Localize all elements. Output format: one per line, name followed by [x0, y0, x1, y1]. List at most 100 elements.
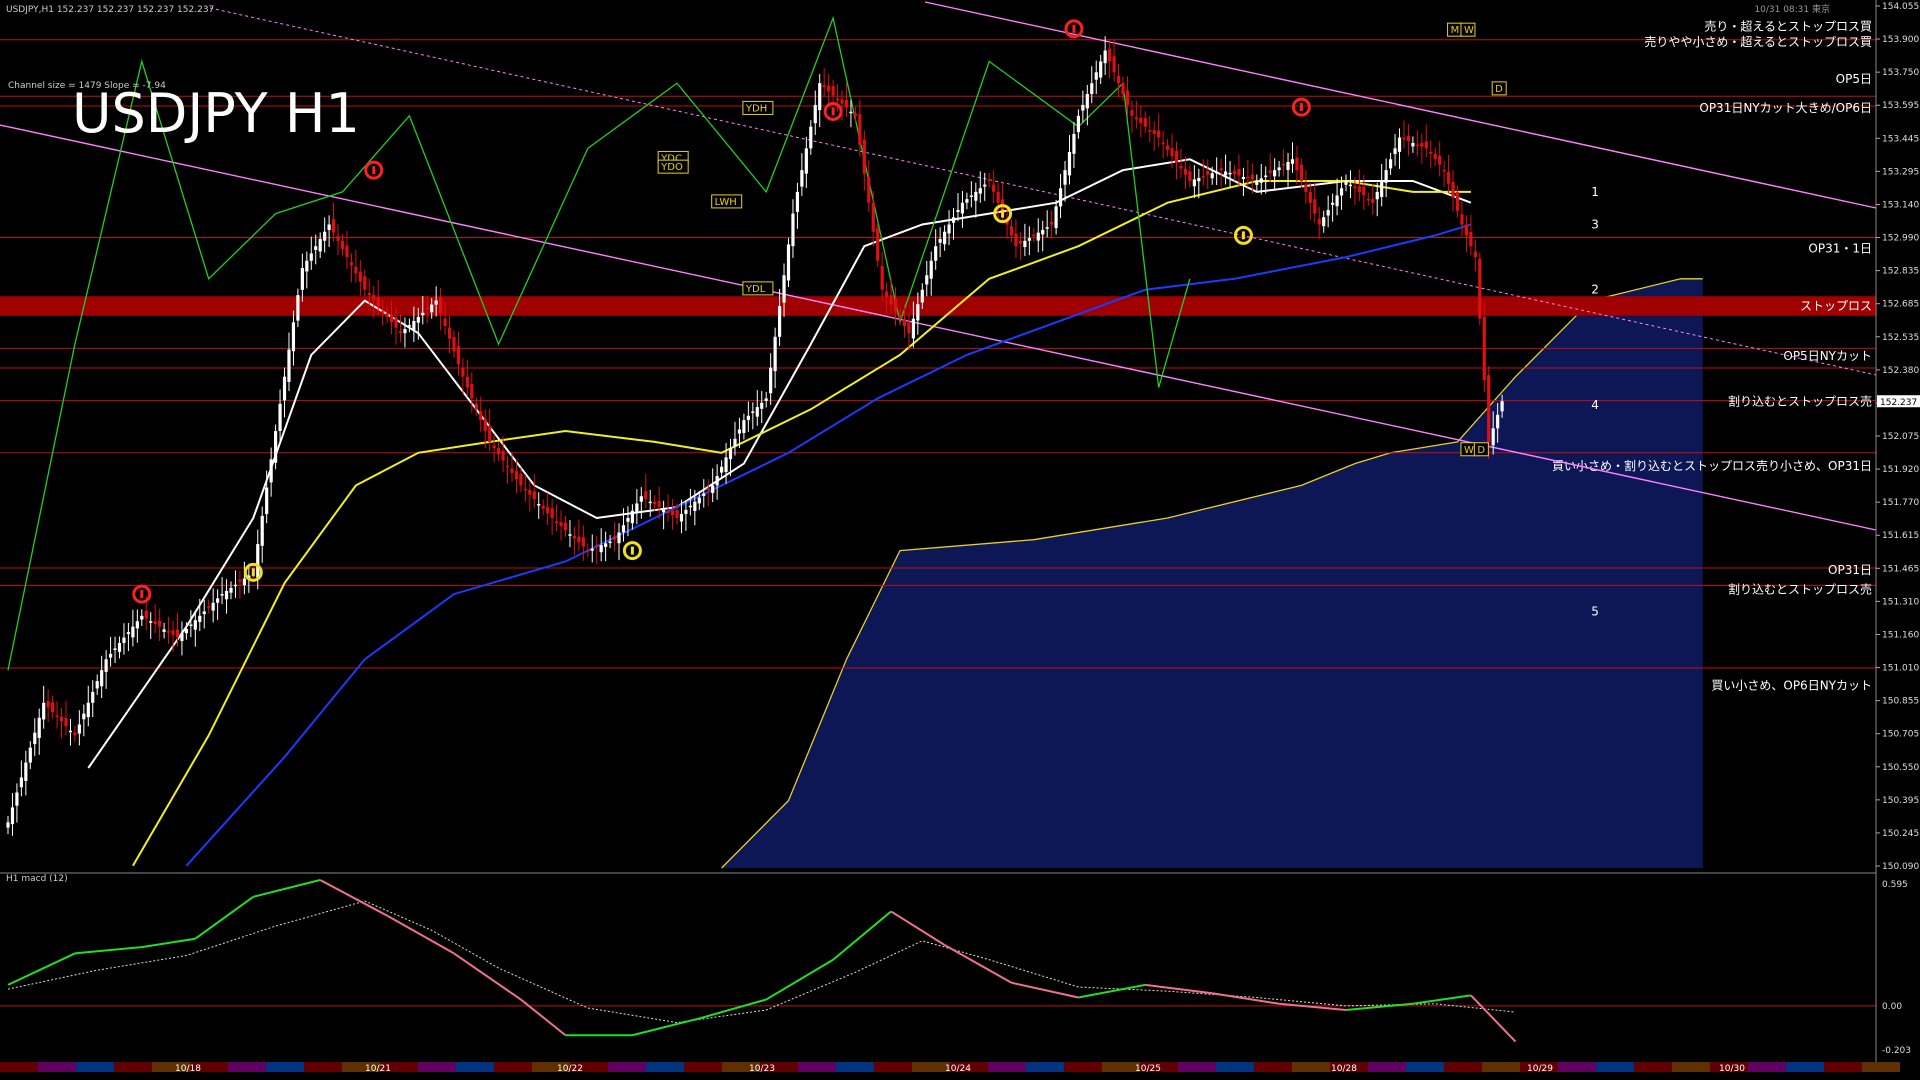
candle-bull [1081, 104, 1085, 111]
candle-bear [675, 510, 679, 518]
candle-bear [1188, 171, 1192, 182]
candle-bull [1255, 181, 1259, 185]
candle-bull [929, 260, 933, 279]
candle-bear [840, 99, 844, 104]
candle-bear [439, 297, 443, 314]
tag-label: W [1464, 25, 1474, 36]
candle-bear [559, 522, 563, 527]
price-tick-label: 151.160 [1882, 630, 1919, 640]
date-label: 10/18 [175, 1064, 201, 1074]
candle-bull [1058, 188, 1063, 207]
candle-bear [996, 191, 1000, 203]
price-tick-label: 152.990 [1882, 234, 1919, 244]
candle-bear [876, 228, 880, 261]
candle-bull [684, 509, 688, 514]
candle-bear [1371, 199, 1375, 203]
candle-bull [1041, 229, 1045, 235]
candle-bull [229, 587, 233, 593]
candle-bull [1500, 401, 1504, 412]
candle-bull [746, 415, 750, 421]
candle-bear [492, 445, 496, 449]
session-strip [1368, 1062, 1406, 1072]
candle-bear [1438, 155, 1442, 165]
candle-bear [73, 732, 77, 736]
candle-bull [1197, 177, 1201, 182]
candle-bull [412, 320, 416, 331]
candle-bear [1232, 171, 1237, 175]
candle-bear [1487, 375, 1491, 442]
price-level-label: 売り・超えるとストップロス買 [1704, 19, 1872, 34]
candle-bear [653, 501, 657, 505]
candle-bull [760, 402, 764, 409]
session-strip [266, 1062, 304, 1072]
candle-bear [1433, 153, 1437, 160]
candle-bull [430, 304, 434, 313]
candle-bull [216, 598, 220, 603]
candle-bull [809, 126, 813, 149]
price-axis: 154.055 153.900 153.750 153.595 153.445 153.2… [1875, 0, 1920, 1080]
candle-bull [537, 504, 541, 506]
candle-bull [278, 403, 282, 432]
session-strip [1596, 1062, 1634, 1072]
candle-bull [24, 762, 28, 781]
candle-bear [586, 549, 590, 552]
session-strip [114, 1062, 152, 1072]
candle-bull [1348, 184, 1353, 187]
candle-bull [1023, 240, 1027, 247]
candle-bull [617, 532, 621, 544]
date-label: 10/29 [1527, 1064, 1553, 1074]
candle-bear [1166, 145, 1170, 150]
wave-count-label: 3 [1591, 217, 1599, 231]
price-tick-label: 151.310 [1882, 597, 1919, 607]
candle-bear [563, 522, 568, 531]
candle-bear [1148, 130, 1152, 132]
candle-bear [1174, 150, 1179, 163]
candle-bull [300, 267, 304, 290]
price-tick-label: 150.550 [1882, 763, 1919, 773]
candle-bear [381, 311, 385, 313]
candle-bull [37, 717, 41, 738]
candle-bull [202, 611, 206, 615]
candle-bear [987, 179, 991, 182]
candle-bull [818, 83, 822, 111]
candle-bull [568, 534, 572, 536]
candle-bear [497, 448, 501, 455]
price-level-label: OP31・1日 [1808, 241, 1872, 255]
candle-bull [296, 295, 300, 321]
candle-bull [77, 724, 81, 734]
macd-tick-label: 0.595 [1882, 880, 1908, 890]
candle-bear [1415, 144, 1419, 147]
candle-bear [1420, 143, 1424, 147]
candle-bull [1099, 61, 1103, 78]
candle-bear [822, 84, 826, 88]
candle-bull [233, 584, 238, 587]
candle-bull [1326, 209, 1330, 216]
session-strip [1292, 1062, 1330, 1072]
candle-bear [1032, 234, 1036, 237]
candle-bear [1299, 164, 1303, 182]
candle-bull [1036, 232, 1040, 241]
candle-bear [541, 505, 545, 509]
candle-bull [314, 246, 318, 250]
candle-bear [470, 384, 474, 399]
session-strip [836, 1062, 874, 1072]
session-strip [1178, 1062, 1216, 1072]
price-level-label: ストップロス [1800, 299, 1872, 313]
candle-bear [523, 488, 527, 491]
candle-bear [238, 579, 242, 582]
candle-bull [220, 594, 224, 596]
candle-bear [59, 716, 64, 722]
candle-bear [880, 265, 884, 290]
candle-bull [800, 170, 804, 187]
candle-bear [1308, 191, 1312, 203]
session-strip [1558, 1062, 1596, 1072]
candle-bear [488, 425, 492, 442]
candle-bull [1103, 50, 1107, 64]
candle-bear [1317, 218, 1321, 225]
candle-bear [554, 521, 559, 523]
candle-bull [198, 615, 202, 622]
candle-bear [456, 346, 461, 364]
candle-bear [1139, 117, 1143, 124]
candle-bull [1496, 414, 1500, 429]
candle-bear [1446, 171, 1451, 184]
